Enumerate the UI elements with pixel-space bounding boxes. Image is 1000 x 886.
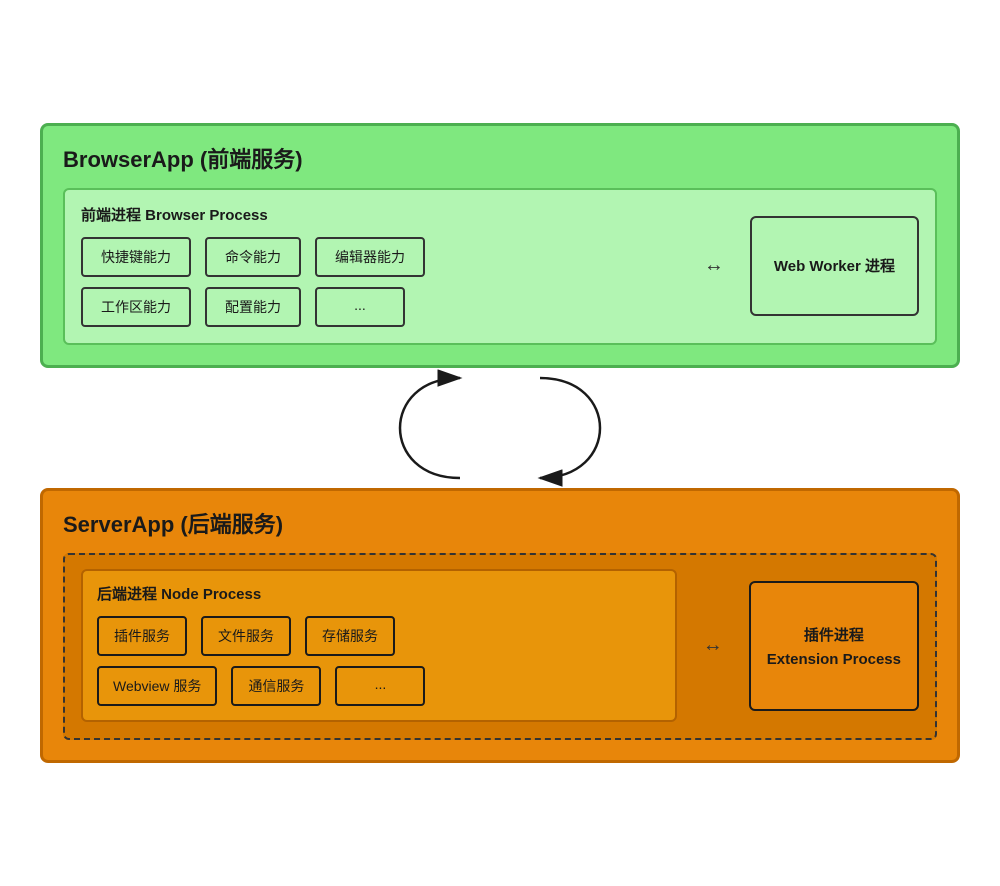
capability-webview: Webview 服务	[97, 666, 217, 706]
browser-inner-box: 前端进程 Browser Process 快捷键能力 命令能力 编辑器能力 工作…	[63, 188, 937, 345]
browser-process-area: 前端进程 Browser Process 快捷键能力 命令能力 编辑器能力 工作…	[81, 204, 678, 327]
browser-app-title: BrowserApp (前端服务)	[63, 142, 937, 174]
browser-capability-row-2: 工作区能力 配置能力 ...	[81, 287, 678, 327]
server-process-title: 后端进程 Node Process	[97, 583, 661, 604]
capability-more-browser: ...	[315, 287, 405, 327]
capability-workspace: 工作区能力	[81, 287, 191, 327]
web-worker-box: Web Worker 进程	[750, 216, 919, 316]
server-app-title: ServerApp (后端服务)	[63, 507, 937, 539]
server-capability-grid: 插件服务 文件服务 存储服务 Webview 服务 通信服务 ...	[97, 616, 661, 706]
extension-label-2: Extension Process	[767, 651, 901, 668]
capability-config: 配置能力	[205, 287, 301, 327]
server-capability-row-2: Webview 服务 通信服务 ...	[97, 666, 661, 706]
capability-storage: 存储服务	[305, 616, 395, 656]
extension-box: 插件进程 Extension Process	[749, 581, 919, 711]
diagram-container: BrowserApp (前端服务) 前端进程 Browser Process 快…	[40, 103, 960, 783]
extension-label-1: 插件进程	[804, 624, 864, 645]
browser-app-section: BrowserApp (前端服务) 前端进程 Browser Process 快…	[40, 123, 960, 368]
capability-hotkey: 快捷键能力	[81, 237, 191, 277]
browser-arrow: ↔	[698, 254, 730, 277]
arrows-svg	[300, 368, 700, 488]
capability-plugin: 插件服务	[97, 616, 187, 656]
server-process-area: 后端进程 Node Process 插件服务 文件服务 存储服务 Webview…	[81, 569, 677, 722]
browser-process-title: 前端进程 Browser Process	[81, 204, 678, 225]
capability-editor: 编辑器能力	[315, 237, 425, 277]
browser-capability-row-1: 快捷键能力 命令能力 编辑器能力	[81, 237, 678, 277]
capability-comm: 通信服务	[231, 666, 321, 706]
server-inner-box: 后端进程 Node Process 插件服务 文件服务 存储服务 Webview…	[63, 553, 937, 740]
server-arrow: ↔	[697, 634, 729, 657]
capability-command: 命令能力	[205, 237, 301, 277]
capability-file: 文件服务	[201, 616, 291, 656]
server-app-section: ServerApp (后端服务) 后端进程 Node Process 插件服务 …	[40, 488, 960, 763]
server-capability-row-1: 插件服务 文件服务 存储服务	[97, 616, 661, 656]
capability-more-server: ...	[335, 666, 425, 706]
arrows-section	[40, 368, 960, 488]
browser-capability-grid: 快捷键能力 命令能力 编辑器能力 工作区能力 配置能力 ...	[81, 237, 678, 327]
web-worker-label: Web Worker 进程	[774, 255, 895, 276]
